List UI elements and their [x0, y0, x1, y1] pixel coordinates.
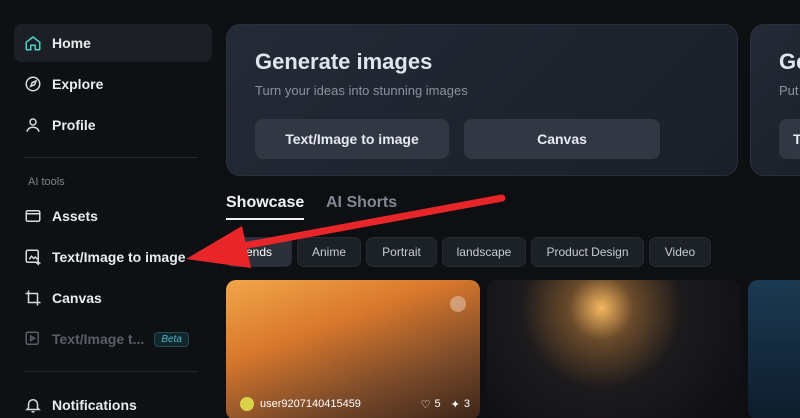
sidebar-item-label: Explore	[52, 76, 104, 92]
tab-underline	[226, 218, 304, 220]
showcase-thumbnail[interactable]: user9207140415459 ♡ 5 ✦ 3	[226, 280, 480, 418]
sidebar-divider	[24, 157, 198, 158]
sidebar-item-label: Canvas	[52, 290, 102, 306]
tab-ai-shorts[interactable]: AI Shorts	[326, 194, 397, 212]
generate-video-card: Ge Put T	[750, 24, 800, 176]
text-image-to-image-button[interactable]: Text/Image to image	[255, 119, 449, 159]
sidebar-item-assets[interactable]: Assets	[14, 197, 212, 235]
sidebar-item-explore[interactable]: Explore	[14, 65, 212, 103]
beta-badge: Beta	[154, 331, 189, 347]
chip-product-design[interactable]: Product Design	[531, 237, 644, 267]
tab-showcase[interactable]: Showcase	[226, 194, 304, 212]
showcase-thumbnail[interactable]	[748, 280, 800, 418]
sidebar-item-label: Home	[52, 35, 91, 51]
card-button[interactable]: T	[779, 119, 800, 159]
card-title: Generate images	[255, 49, 433, 74]
section-label-ai-tools: AI tools	[28, 176, 65, 188]
remix-count: 3	[463, 398, 470, 410]
card-title: Ge	[779, 49, 800, 74]
sidebar-item-text-image-to-video[interactable]: Text/Image t... Beta	[14, 320, 212, 358]
chip-trends[interactable]: ends	[226, 237, 292, 267]
bell-icon	[24, 396, 42, 414]
chip-anime[interactable]: Anime	[297, 237, 361, 267]
crop-icon	[24, 289, 42, 307]
sidebar-item-profile[interactable]: Profile	[14, 106, 212, 144]
username: user9207140415459	[260, 398, 361, 410]
home-icon	[24, 34, 42, 52]
play-icon	[450, 296, 466, 312]
showcase-thumbnail[interactable]	[487, 280, 741, 418]
sidebar-item-label: Profile	[52, 117, 96, 133]
sidebar-item-label: Text/Image t...	[52, 331, 145, 347]
sparkle-icon[interactable]: ✦	[451, 398, 460, 411]
avatar	[240, 397, 254, 411]
sidebar-item-label: Notifications	[52, 397, 137, 413]
user-icon	[24, 116, 42, 134]
image-plus-icon	[24, 248, 42, 266]
thumbnail-meta: user9207140415459 ♡ 5 ✦ 3	[240, 394, 470, 414]
video-plus-icon	[24, 330, 42, 348]
chip-video[interactable]: Video	[649, 237, 711, 267]
sidebar-item-label: Text/Image to image	[52, 249, 186, 265]
sidebar-item-home[interactable]: Home	[14, 24, 212, 62]
sidebar-item-label: Assets	[52, 208, 98, 224]
generate-images-card: Generate images Turn your ideas into stu…	[226, 24, 738, 176]
chip-landscape[interactable]: landscape	[442, 237, 526, 267]
likes-count: 5	[434, 398, 441, 410]
sidebar-item-text-image-to-image[interactable]: Text/Image to image	[14, 238, 212, 276]
compass-icon	[24, 75, 42, 93]
sidebar-item-notifications[interactable]: Notifications	[14, 386, 212, 418]
sidebar-item-canvas[interactable]: Canvas	[14, 279, 212, 317]
sidebar: Home Explore Profile AI tools Assets Tex…	[0, 0, 218, 418]
sidebar-divider	[24, 371, 198, 372]
card-subtitle: Turn your ideas into stunning images	[255, 83, 468, 98]
heart-icon[interactable]: ♡	[421, 398, 431, 411]
chip-portrait[interactable]: Portrait	[366, 237, 437, 267]
canvas-button[interactable]: Canvas	[464, 119, 660, 159]
card-subtitle: Put	[779, 83, 799, 98]
folder-icon	[24, 207, 42, 225]
